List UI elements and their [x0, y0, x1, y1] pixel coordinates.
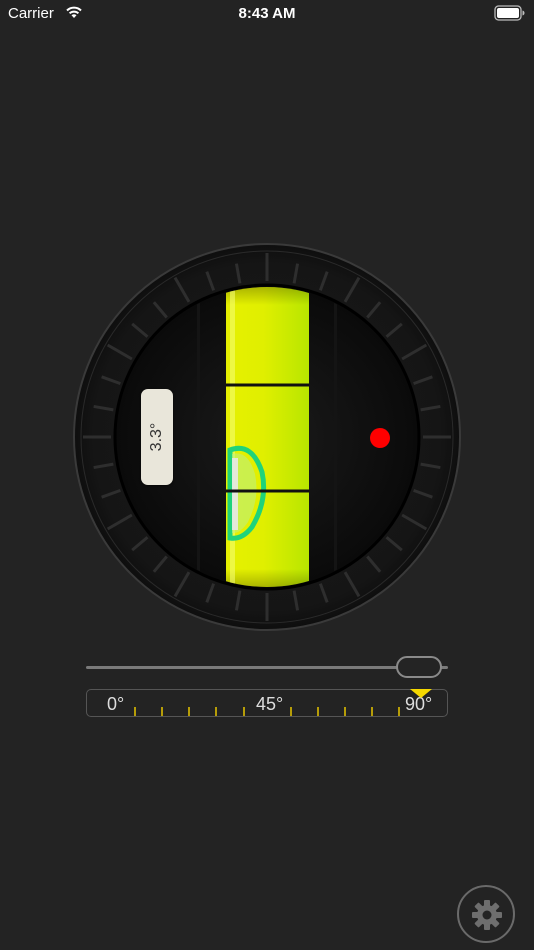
gear-icon	[472, 900, 502, 930]
slider-thumb[interactable]	[396, 656, 442, 678]
status-bar: Carrier 8:43 AM	[0, 0, 534, 28]
level-dial	[73, 243, 461, 631]
angle-readout-badge: 3.3°	[141, 389, 173, 485]
battery-full-icon	[494, 5, 525, 21]
ruler-label-45: 45°	[256, 694, 284, 714]
ruler-label-0: 0°	[107, 694, 125, 714]
status-time: 8:43 AM	[238, 5, 296, 22]
slider-track[interactable]	[86, 666, 448, 669]
angle-slider[interactable]	[86, 656, 450, 680]
angle-ruler: 0° 45° 90°	[86, 689, 448, 717]
level-app-screen: Carrier 8:43 AM 3.3° 0° 45° 90°	[0, 0, 534, 950]
settings-button[interactable]	[457, 885, 515, 943]
target-dot	[370, 428, 390, 448]
ruler-pointer	[410, 689, 432, 698]
angle-readout: 3.3°	[148, 422, 165, 452]
